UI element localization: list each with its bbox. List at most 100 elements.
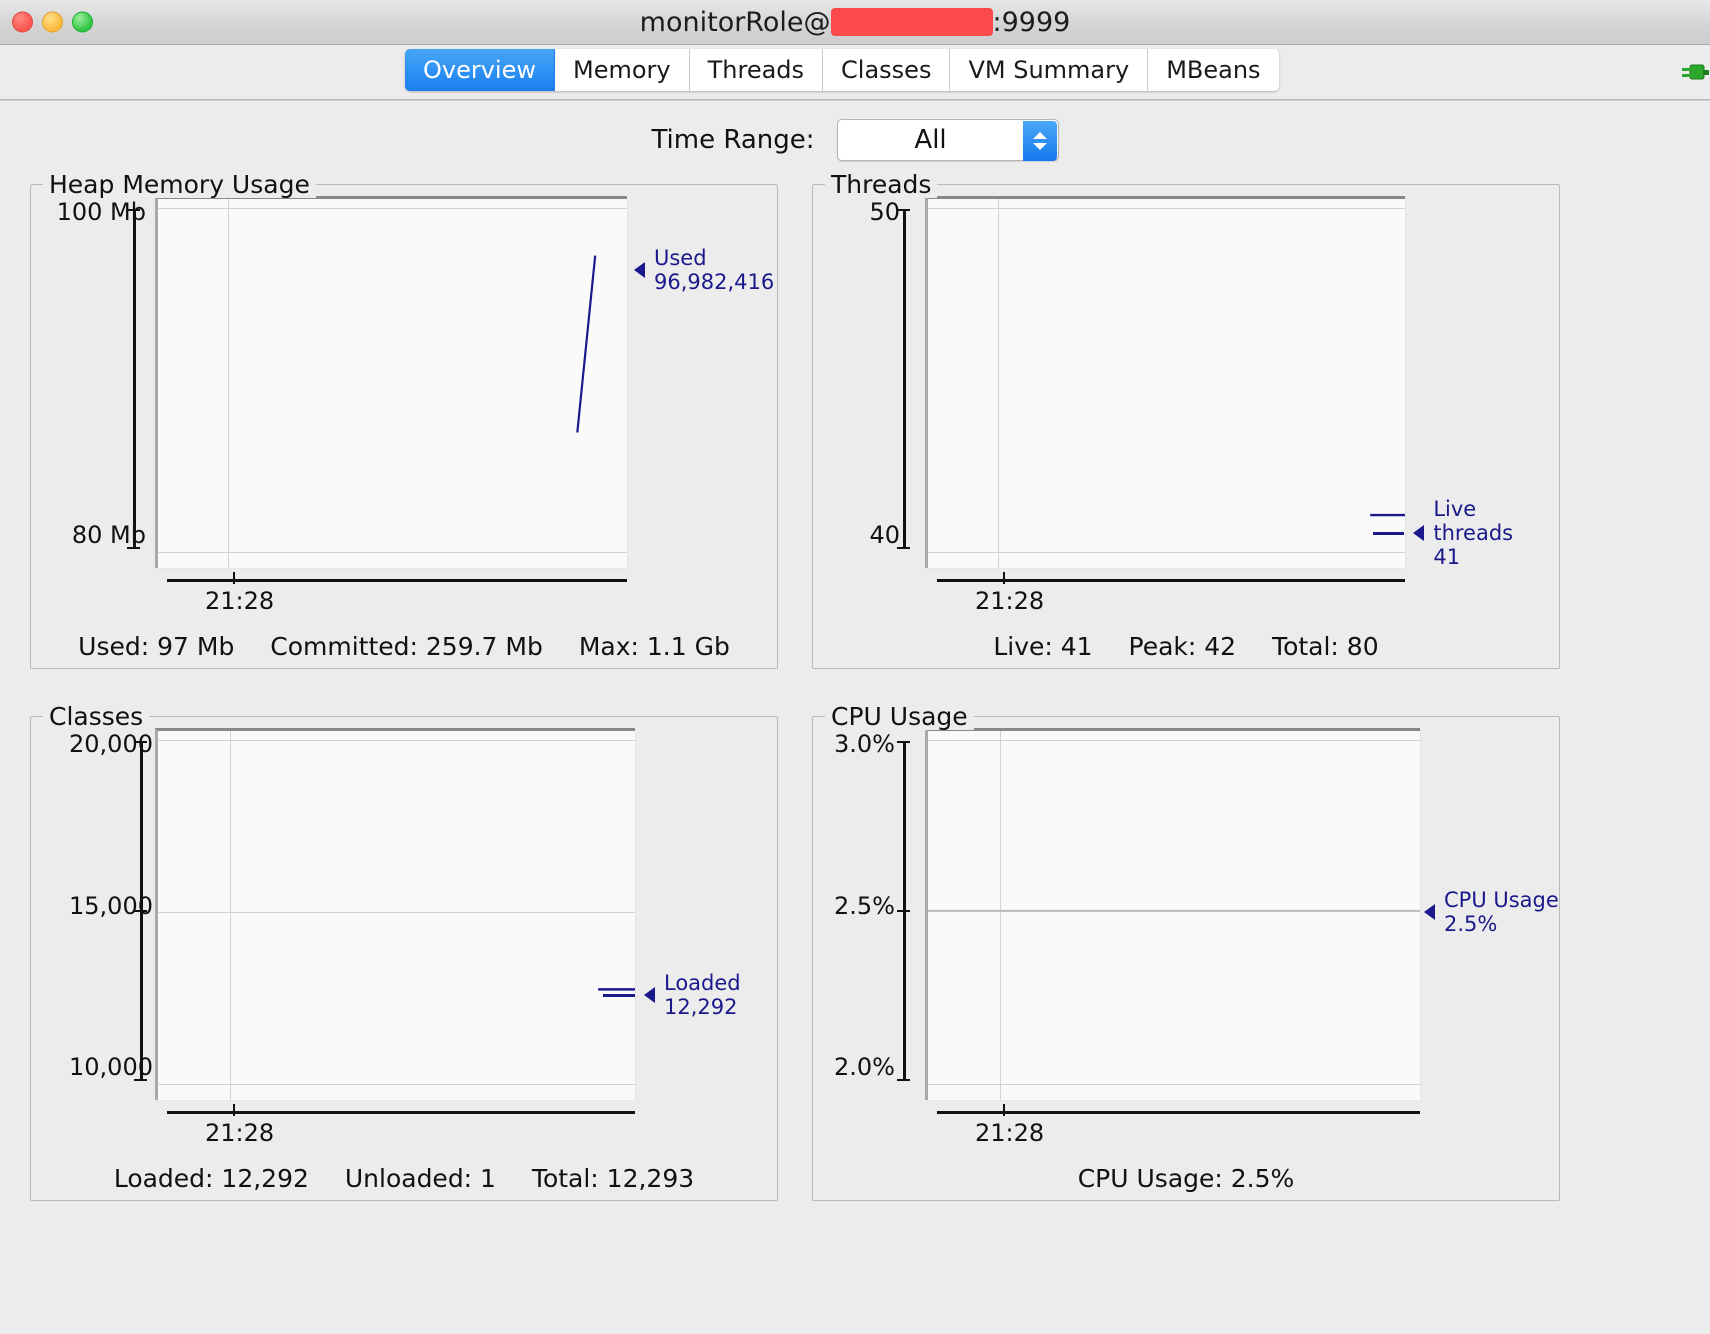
panel-title: Threads xyxy=(825,171,938,198)
charts-grid: Heap Memory Usage 100 Mb 80 Mb 21:28 Use… xyxy=(30,171,1680,1321)
tab-strip-area: Overview Memory Threads Classes VM Summa… xyxy=(0,45,1710,100)
x-axis-line xyxy=(167,579,627,582)
footer-item: Loaded: 12,292 xyxy=(113,1164,309,1193)
footer-item: Total: 12,293 xyxy=(531,1164,695,1193)
tab-threads[interactable]: Threads xyxy=(689,49,824,91)
y-axis-tick xyxy=(134,741,147,743)
legend-marker-icon xyxy=(644,987,655,1003)
chevron-updown-icon[interactable] xyxy=(1022,121,1057,161)
footer-item: Used: 97 Mb xyxy=(78,632,235,661)
y-axis-tick xyxy=(897,910,910,912)
plot-area xyxy=(155,196,627,568)
y-axis-tick xyxy=(134,910,147,912)
x-axis-line xyxy=(937,1111,1420,1114)
x-axis-line xyxy=(167,1111,635,1114)
legend-marker-icon xyxy=(634,262,645,278)
x-tick-label: 21:28 xyxy=(975,587,1045,615)
legend-series-value: 2.5% xyxy=(1444,912,1498,936)
footer-item: Max: 1.1 Gb xyxy=(578,632,730,661)
series-line-loaded xyxy=(598,988,635,991)
threads-chart[interactable]: 50 40 21:28 Live threads 41 Live: 41 Pea… xyxy=(812,184,1560,669)
panel-title: CPU Usage xyxy=(825,703,974,730)
window-controls xyxy=(12,11,93,33)
tab-label: Threads xyxy=(707,56,805,84)
chart-legend: CPU Usage 2.5% xyxy=(1424,888,1559,936)
panel-title: Classes xyxy=(43,703,150,730)
footer-item: Live: 41 xyxy=(993,632,1093,661)
close-button[interactable] xyxy=(12,11,33,33)
tab-label: Classes xyxy=(841,56,932,84)
panel-title: Heap Memory Usage xyxy=(43,171,316,198)
y-axis-line xyxy=(133,209,136,549)
tab-label: Memory xyxy=(573,56,671,84)
plot-area xyxy=(155,728,635,1100)
series-line-cpu-usage xyxy=(928,909,1420,912)
heap-memory-chart[interactable]: 100 Mb 80 Mb 21:28 Used 96,982,416 Used:… xyxy=(30,184,778,669)
cpu-usage-chart[interactable]: 3.0% 2.5% 2.0% 21:28 CPU Usage 2.5% CPU … xyxy=(812,716,1560,1201)
tab-vm-summary[interactable]: VM Summary xyxy=(950,49,1149,91)
legend-marker-icon xyxy=(1424,904,1435,920)
x-axis-line xyxy=(937,579,1405,582)
tab-memory[interactable]: Memory xyxy=(555,49,690,91)
y-tick-label: 100 Mb xyxy=(56,198,146,226)
redacted-hostname xyxy=(830,8,993,36)
tab-label: VM Summary xyxy=(968,56,1130,84)
overview-content: Time Range: All Heap Memory Usage 100 Mb… xyxy=(0,100,1710,1334)
y-tick-label: 40 xyxy=(869,521,900,549)
legend-series-name: Loaded xyxy=(664,971,741,995)
legend-line-swatch xyxy=(603,993,635,997)
tab-mbeans[interactable]: MBeans xyxy=(1148,49,1279,91)
x-axis-tick xyxy=(233,572,235,584)
panel-footer: Live: 41 Peak: 42 Total: 80 xyxy=(812,632,1560,661)
window-title: monitorRole@ :9999 xyxy=(640,7,1071,38)
panel-classes: Classes 20,000 15,000 10,000 21:28 Loade… xyxy=(30,703,778,1201)
plot-area xyxy=(925,196,1405,568)
x-axis-tick xyxy=(233,1104,235,1116)
legend-series-name: Live threads xyxy=(1433,497,1514,545)
chart-legend: Loaded 12,292 xyxy=(603,971,741,1019)
legend-line-swatch xyxy=(1373,531,1405,535)
panel-heap-memory-usage: Heap Memory Usage 100 Mb 80 Mb 21:28 Use… xyxy=(30,171,778,669)
tab-label: MBeans xyxy=(1166,56,1261,84)
tab-bar: Overview Memory Threads Classes VM Summa… xyxy=(405,49,1279,91)
footer-item: CPU Usage: 2.5% xyxy=(1077,1164,1295,1193)
y-axis-line xyxy=(903,209,906,549)
classes-chart[interactable]: 20,000 15,000 10,000 21:28 Loaded 12,292… xyxy=(30,716,778,1201)
y-tick-label: 2.5% xyxy=(834,892,895,920)
legend-series-value: 41 xyxy=(1433,545,1461,569)
minimize-button[interactable] xyxy=(42,11,63,33)
y-axis-tick xyxy=(897,741,910,743)
panel-cpu-usage: CPU Usage 3.0% 2.5% 2.0% 21:28 CPU Usage… xyxy=(812,703,1560,1201)
x-tick-label: 21:28 xyxy=(205,587,275,615)
x-axis-tick xyxy=(1003,572,1005,584)
y-axis-tick xyxy=(134,1079,147,1081)
tab-classes[interactable]: Classes xyxy=(823,49,951,91)
y-axis-tick xyxy=(897,547,910,549)
footer-item: Total: 80 xyxy=(1272,632,1379,661)
time-range-select[interactable]: All xyxy=(836,119,1059,161)
legend-series-value: 12,292 xyxy=(664,995,738,1019)
panel-footer: Used: 97 Mb Committed: 259.7 Mb Max: 1.1… xyxy=(30,632,778,661)
tab-overview[interactable]: Overview xyxy=(405,49,555,91)
chart-legend: Used 96,982,416 xyxy=(634,246,774,294)
series-line-used xyxy=(576,255,597,433)
plot-area xyxy=(925,728,1420,1100)
y-tick-label: 80 Mb xyxy=(71,521,146,549)
time-range-label: Time Range: xyxy=(651,125,815,155)
legend-series-name: CPU Usage xyxy=(1444,888,1559,912)
x-tick-label: 21:28 xyxy=(975,1119,1045,1147)
zoom-button[interactable] xyxy=(72,11,93,33)
panel-threads: Threads 50 40 21:28 Live threads 41 Live… xyxy=(812,171,1560,669)
y-tick-label: 2.0% xyxy=(834,1053,895,1081)
connection-plug-icon[interactable] xyxy=(1680,57,1710,87)
footer-item: Committed: 259.7 Mb xyxy=(270,632,543,661)
window-title-prefix: monitorRole@ xyxy=(639,6,831,38)
x-axis-tick xyxy=(1003,1104,1005,1116)
series-line-live-threads xyxy=(1370,513,1405,517)
chart-legend: Live threads 41 xyxy=(1373,497,1560,569)
tab-label: Overview xyxy=(423,56,536,84)
y-tick-label: 3.0% xyxy=(834,730,895,758)
panel-footer: CPU Usage: 2.5% xyxy=(812,1164,1560,1193)
y-tick-label: 50 xyxy=(869,198,900,226)
y-tick-label: 15,000 xyxy=(69,892,153,920)
